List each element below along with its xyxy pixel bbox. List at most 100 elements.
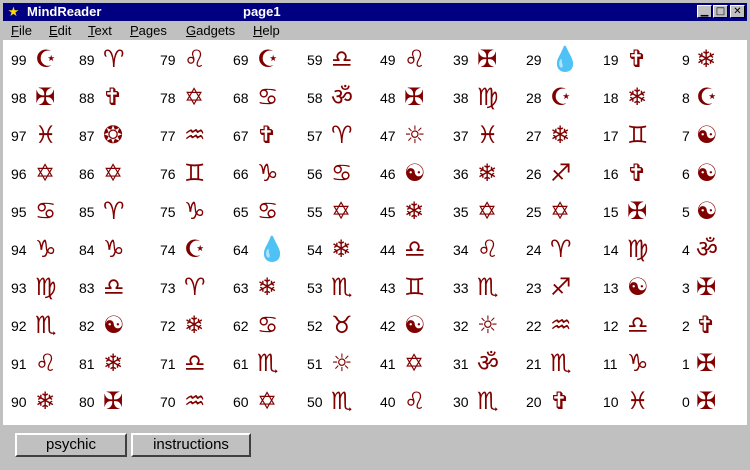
symbol-cell: 43 ♊: [380, 270, 450, 306]
symbol-cell: 90 ❄: [11, 384, 81, 420]
symbol-number: 30: [453, 394, 469, 410]
symbol-number: 8: [682, 90, 690, 106]
zodiac-symbol-icon: ॐ: [477, 349, 499, 377]
symbol-cell: 38 ♍: [453, 80, 523, 116]
symbol-number: 70: [160, 394, 176, 410]
symbol-cell: 48 ✠: [380, 80, 450, 116]
symbol-number: 34: [453, 242, 469, 258]
symbol-number: 83: [79, 280, 95, 296]
symbol-number: 86: [79, 166, 95, 182]
zodiac-symbol-icon: ♑: [35, 235, 57, 263]
symbol-cell: 60 ✡: [233, 384, 303, 420]
symbol-number: 79: [160, 52, 176, 68]
symbol-cell: 91 ♌: [11, 346, 81, 382]
symbol-number: 9: [682, 52, 690, 68]
symbol-cell: 40 ♌: [380, 384, 450, 420]
symbol-number: 42: [380, 318, 396, 334]
zodiac-symbol-icon: ♑: [627, 349, 649, 377]
symbol-number: 51: [307, 356, 323, 372]
zodiac-symbol-icon: ♑: [257, 159, 279, 187]
zodiac-symbol-icon: ♒: [184, 121, 206, 149]
symbol-number: 7: [682, 128, 690, 144]
symbol-cell: 9 ❄: [682, 42, 750, 78]
symbol-cell: 56 ♋: [307, 156, 377, 192]
symbol-number: 37: [453, 128, 469, 144]
symbol-number: 39: [453, 52, 469, 68]
symbol-number: 66: [233, 166, 249, 182]
zodiac-symbol-icon: ♏: [550, 349, 572, 377]
symbol-number: 19: [603, 52, 619, 68]
symbol-number: 4: [682, 242, 690, 258]
symbol-cell: 33 ♏: [453, 270, 523, 306]
zodiac-symbol-icon: ♓: [35, 121, 57, 149]
symbol-cell: 78 ✡: [160, 80, 230, 116]
symbol-cell: 62 ♋: [233, 308, 303, 344]
symbol-number: 24: [526, 242, 542, 258]
symbol-cell: 99 ☪: [11, 42, 81, 78]
symbol-cell: 85 ♈: [79, 194, 149, 230]
symbol-number: 11: [603, 356, 618, 372]
symbol-cell: 74 ☪: [160, 232, 230, 268]
symbol-number: 5: [682, 204, 690, 220]
symbol-cell: 59 ♎: [307, 42, 377, 78]
symbol-cell: 93 ♍: [11, 270, 81, 306]
zodiac-symbol-icon: ♍: [627, 235, 649, 263]
zodiac-symbol-icon: ✠: [696, 273, 717, 301]
symbol-cell: 12 ♎: [603, 308, 673, 344]
symbol-cell: 26 ♐: [526, 156, 596, 192]
symbol-cell: 72 ❄: [160, 308, 230, 344]
symbol-cell: 35 ✡: [453, 194, 523, 230]
menu-pages[interactable]: Pages: [130, 23, 167, 39]
symbol-number: 84: [79, 242, 95, 258]
zodiac-symbol-icon: ✠: [696, 387, 717, 415]
symbol-number: 68: [233, 90, 249, 106]
symbol-cell: 73 ♈: [160, 270, 230, 306]
minimize-button[interactable]: ▁: [697, 5, 712, 18]
maximize-button[interactable]: □: [713, 5, 728, 18]
symbol-number: 27: [526, 128, 542, 144]
zodiac-symbol-icon: ☯: [696, 159, 718, 187]
zodiac-symbol-icon: ❄: [696, 45, 717, 73]
symbol-cell: 65 ♋: [233, 194, 303, 230]
zodiac-symbol-icon: ♓: [627, 387, 649, 415]
instructions-button[interactable]: instructions: [131, 433, 251, 457]
symbol-number: 53: [307, 280, 323, 296]
symbol-grid: 99 ☪ 98 ✠ 97 ♓ 96 ✡ 95 ♋ 94 ♑ 93 ♍ 92 ♏ 91 ♌ 90 ❄ 89 ♈ 88 ✞ 87 ❂ 8…: [3, 40, 747, 425]
symbol-number: 62: [233, 318, 249, 334]
zodiac-symbol-icon: ♏: [257, 349, 279, 377]
psychic-button[interactable]: psychic: [15, 433, 127, 457]
zodiac-symbol-icon: ☪: [257, 45, 279, 73]
symbol-number: 20: [526, 394, 542, 410]
menu-file[interactable]: File: [11, 23, 32, 39]
symbol-number: 78: [160, 90, 176, 106]
minimize-icon: ▁: [700, 6, 709, 17]
zodiac-symbol-icon: ✡: [257, 387, 278, 415]
symbol-number: 18: [603, 90, 619, 106]
symbol-cell: 76 ♊: [160, 156, 230, 192]
zodiac-symbol-icon: ♋: [331, 159, 353, 187]
menu-text[interactable]: Text: [88, 23, 112, 39]
zodiac-symbol-icon: ✞: [696, 311, 717, 339]
symbol-number: 55: [307, 204, 323, 220]
close-button[interactable]: ✕: [730, 5, 745, 18]
title-bar[interactable]: ★ MindReader page1 ▁ □ ✕: [3, 3, 747, 21]
symbol-number: 12: [603, 318, 619, 334]
symbol-number: 54: [307, 242, 323, 258]
symbol-cell: 31 ॐ: [453, 346, 523, 382]
zodiac-symbol-icon: ♏: [331, 387, 353, 415]
zodiac-symbol-icon: ♏: [35, 311, 57, 339]
zodiac-symbol-icon: ☯: [103, 311, 125, 339]
menu-gadgets[interactable]: Gadgets: [186, 23, 235, 39]
symbol-number: 31: [453, 356, 469, 372]
menu-help[interactable]: Help: [253, 23, 280, 39]
symbol-cell: 63 ❄: [233, 270, 303, 306]
zodiac-symbol-icon: ♐: [550, 273, 572, 301]
symbol-cell: 95 ♋: [11, 194, 81, 230]
menu-edit[interactable]: Edit: [49, 23, 71, 39]
app-title: MindReader: [27, 4, 102, 19]
zodiac-symbol-icon: ☯: [404, 311, 426, 339]
symbol-cell: 98 ✠: [11, 80, 81, 116]
symbol-cell: 83 ♎: [79, 270, 149, 306]
symbol-cell: 6 ☯: [682, 156, 750, 192]
zodiac-symbol-icon: ♐: [550, 159, 572, 187]
